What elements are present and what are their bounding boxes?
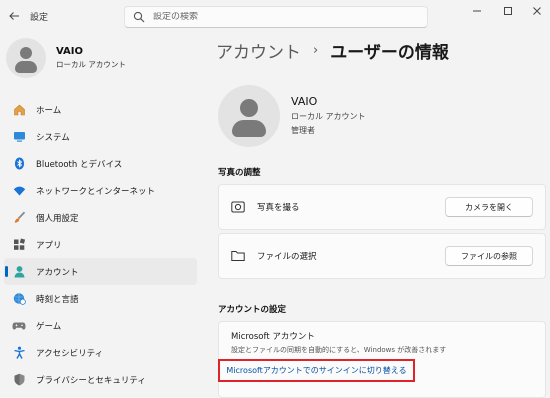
sidebar-item-label: アプリ bbox=[36, 240, 62, 251]
page-title: ユーザーの情報 bbox=[330, 43, 449, 63]
choose-file-card: ファイルの選択 ファイルの参照 bbox=[218, 233, 546, 279]
app-title: 設定 bbox=[30, 13, 49, 23]
person-icon bbox=[12, 265, 26, 279]
sidebar-item-label: ホーム bbox=[36, 105, 62, 116]
sidebar-item-time-language[interactable]: 時刻と言語 bbox=[4, 285, 197, 312]
avatar bbox=[6, 38, 46, 78]
minimize-button[interactable] bbox=[462, 2, 492, 20]
sidebar-item-label: 個人用設定 bbox=[36, 213, 79, 224]
sidebar-item-personalization[interactable]: 個人用設定 bbox=[4, 204, 197, 231]
user-role: 管理者 bbox=[291, 126, 315, 135]
sidebar-item-label: ゲーム bbox=[36, 321, 62, 332]
sidebar-item-label: ネットワークとインターネット bbox=[36, 186, 156, 197]
maximize-button[interactable] bbox=[493, 2, 523, 20]
sidebar-item-network[interactable]: ネットワークとインターネット bbox=[4, 177, 197, 204]
microsoft-account-description: 設定とファイルの同期を自動的にすると、Windows が改善されます bbox=[231, 346, 447, 354]
sidebar-item-accessibility[interactable]: アクセシビリティ bbox=[4, 339, 197, 366]
profile-subtitle: ローカル アカウント bbox=[56, 60, 126, 69]
title-bar: 設定 bbox=[0, 0, 550, 32]
take-photo-card: 写真を撮る カメラを開く bbox=[218, 184, 546, 230]
wifi-icon bbox=[12, 184, 26, 198]
search-icon bbox=[133, 11, 145, 23]
sidebar-item-label: プライバシーとセキュリティ bbox=[36, 375, 146, 386]
sidebar-item-privacy[interactable]: プライバシーとセキュリティ bbox=[4, 366, 197, 393]
highlight-box: Microsoftアカウントでのサインインに切り替える bbox=[218, 359, 415, 382]
sidebar-item-apps[interactable]: アプリ bbox=[4, 231, 197, 258]
sidebar-item-label: 時刻と言語 bbox=[36, 294, 79, 305]
sidebar-item-label: アカウント bbox=[36, 267, 79, 278]
switch-to-microsoft-account-link[interactable]: Microsoftアカウントでのサインインに切り替える bbox=[226, 365, 406, 376]
breadcrumb-parent[interactable]: アカウント bbox=[216, 38, 301, 63]
sidebar-item-home[interactable]: ホーム bbox=[4, 96, 197, 123]
shield-icon bbox=[12, 373, 26, 387]
sidebar-item-label: Bluetooth とデバイス bbox=[36, 159, 123, 170]
gamepad-icon bbox=[12, 319, 26, 333]
brush-icon bbox=[12, 211, 26, 225]
back-arrow-icon[interactable] bbox=[6, 8, 22, 24]
sidebar-item-label: システム bbox=[36, 132, 70, 143]
home-icon bbox=[12, 103, 26, 117]
camera-icon bbox=[231, 200, 245, 214]
search-box[interactable] bbox=[124, 6, 428, 28]
sidebar-nav: ホーム システム Bluetooth とデバイス ネットワークとインターネット … bbox=[4, 96, 197, 393]
sidebar-item-accounts[interactable]: アカウント bbox=[4, 258, 197, 285]
sidebar-item-gaming[interactable]: ゲーム bbox=[4, 312, 197, 339]
sidebar-item-system[interactable]: システム bbox=[4, 123, 197, 150]
browse-files-button[interactable]: ファイルの参照 bbox=[445, 246, 533, 266]
user-info: VAIO ローカル アカウント 管理者 bbox=[218, 85, 366, 147]
account-section-title: アカウントの設定 bbox=[218, 305, 287, 315]
sidebar-profile[interactable]: VAIO ローカル アカウント bbox=[6, 38, 126, 78]
user-name: VAIO bbox=[291, 95, 318, 108]
bluetooth-icon bbox=[12, 157, 26, 171]
microsoft-account-title: Microsoft アカウント bbox=[231, 332, 315, 342]
user-account-type: ローカル アカウント bbox=[291, 112, 366, 121]
chevron-right-icon: › bbox=[313, 43, 319, 58]
sidebar-item-label: アクセシビリティ bbox=[36, 348, 104, 359]
accessibility-icon bbox=[12, 346, 26, 360]
user-avatar bbox=[218, 85, 280, 147]
apps-icon bbox=[12, 238, 26, 252]
sidebar-item-bluetooth[interactable]: Bluetooth とデバイス bbox=[4, 150, 197, 177]
globe-clock-icon bbox=[12, 292, 26, 306]
choose-file-label: ファイルの選択 bbox=[257, 252, 317, 262]
open-camera-button[interactable]: カメラを開く bbox=[445, 197, 533, 217]
take-photo-label: 写真を撮る bbox=[257, 203, 300, 213]
close-button[interactable] bbox=[522, 2, 550, 20]
profile-name: VAIO bbox=[56, 46, 84, 57]
photo-section-title: 写真の調整 bbox=[218, 168, 261, 178]
monitor-icon bbox=[12, 130, 26, 144]
search-input[interactable] bbox=[153, 12, 393, 22]
folder-icon bbox=[231, 249, 245, 263]
breadcrumb: アカウント › ユーザーの情報 bbox=[216, 38, 449, 63]
